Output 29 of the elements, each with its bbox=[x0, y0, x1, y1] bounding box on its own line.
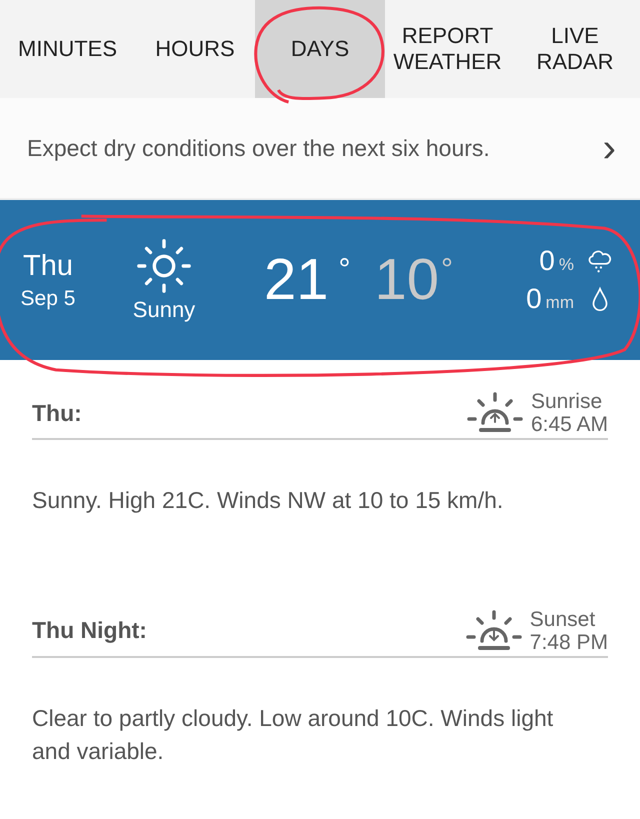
tab[interactable]: DAYS bbox=[255, 0, 385, 98]
precipitation-chance: 0 bbox=[539, 245, 555, 277]
forecast-text: Clear to partly cloudy. Low around 10C. Winds light and variable. bbox=[32, 704, 554, 766]
day-forecast-row[interactable]: Thu Sep 5 Sunny 21 ° 10° 0% 0 mm bbox=[0, 200, 640, 360]
high-temperature: 21 bbox=[264, 251, 329, 309]
tab[interactable]: REPORT WEATHER bbox=[385, 0, 510, 98]
sun-icon bbox=[135, 237, 193, 295]
date: Sep 5 bbox=[20, 286, 76, 310]
precipitation-amount: 0 bbox=[526, 283, 542, 315]
sunset-icon bbox=[464, 608, 524, 653]
degree-sign: ° bbox=[338, 253, 351, 287]
forecast-text: Sunny. High 21C. Winds NW at 10 to 15 km/h. bbox=[32, 486, 504, 516]
degree-sign: ° bbox=[441, 253, 454, 287]
low-temperature: 10 bbox=[374, 251, 440, 309]
event-time: 7:48 PM bbox=[530, 630, 608, 654]
event-label: Sunrise bbox=[530, 390, 604, 414]
condition-label: Sunny bbox=[132, 297, 196, 323]
tab[interactable]: HOURS bbox=[135, 0, 255, 98]
percent-unit: % bbox=[558, 255, 574, 275]
millimetre-unit: mm bbox=[546, 293, 574, 313]
period-title: Thu: bbox=[32, 400, 82, 427]
weekday: Thu bbox=[23, 250, 73, 282]
event-time: 6:45 AM bbox=[530, 413, 608, 436]
period-title: Thu Night: bbox=[32, 617, 147, 644]
chevron-icon[interactable]: › bbox=[602, 128, 616, 168]
forecast-summary: Expect dry conditions over the next six hours. bbox=[27, 134, 490, 162]
event-label: Sunset bbox=[530, 608, 596, 631]
tab[interactable]: LIVE RADAR bbox=[510, 0, 640, 98]
tab[interactable]: MINUTES bbox=[0, 0, 135, 98]
